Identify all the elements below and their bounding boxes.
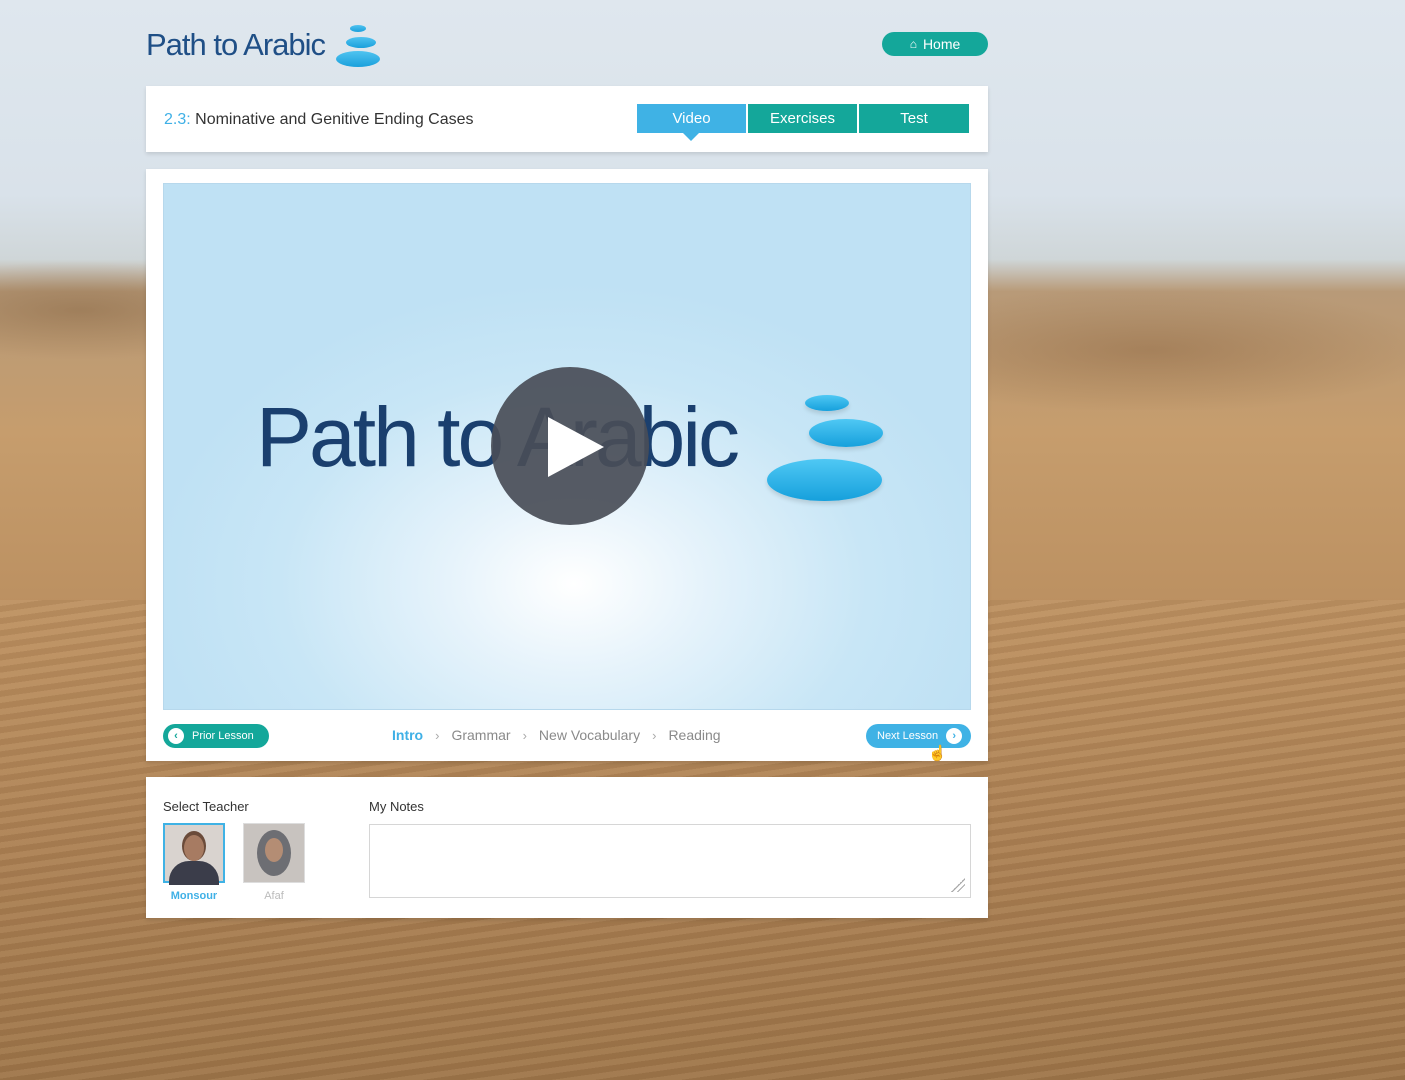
app-logo[interactable]: Path to Arabic (146, 22, 381, 68)
lesson-number: 2.3: (164, 111, 191, 128)
tab-exercises[interactable]: Exercises (748, 104, 857, 133)
resize-handle-icon[interactable] (951, 878, 965, 892)
next-lesson-button[interactable]: Next Lesson › (866, 724, 971, 748)
teacher-name-monsour[interactable]: Monsour (163, 890, 225, 902)
lesson-title: 2.3: Nominative and Genitive Ending Case… (164, 111, 474, 129)
teacher-avatar-afaf[interactable] (243, 823, 305, 883)
my-notes-label: My Notes (369, 799, 424, 814)
tab-video[interactable]: Video (637, 104, 746, 141)
video-player[interactable]: Path to Arabic (163, 183, 971, 710)
chevron-right-icon: › (522, 727, 527, 743)
tab-test[interactable]: Test (859, 104, 969, 133)
home-button-label: Home (922, 36, 961, 52)
teacher-name-afaf[interactable]: Afaf (243, 890, 305, 902)
select-teacher-label: Select Teacher (163, 799, 249, 814)
chevron-right-icon: › (652, 727, 657, 743)
lesson-title-text: Nominative and Genitive Ending Cases (195, 111, 474, 128)
chevron-right-icon: › (946, 728, 963, 744)
notes-textarea[interactable] (369, 824, 971, 898)
teacher-avatar-monsour[interactable] (163, 823, 225, 885)
step-reading[interactable]: Reading (668, 727, 720, 743)
step-new-vocabulary[interactable]: New Vocabulary (539, 727, 640, 743)
home-button[interactable]: ⌂ Home (882, 32, 988, 56)
chevron-left-icon: ‹ (168, 728, 184, 744)
lesson-steps: Intro › Grammar › New Vocabulary › Readi… (392, 727, 721, 743)
video-card: Path to Arabic ‹ Prior Lesson Intro › Gr… (146, 169, 988, 761)
home-icon: ⌂ (909, 37, 917, 51)
logo-text: Path to Arabic (146, 27, 326, 62)
step-grammar[interactable]: Grammar (451, 727, 510, 743)
prior-lesson-button[interactable]: ‹ Prior Lesson (163, 724, 269, 748)
teacher-notes-card: Select Teacher Monsour Afaf My Notes (146, 777, 988, 918)
chevron-right-icon: › (435, 727, 440, 743)
prior-lesson-label: Prior Lesson (192, 730, 254, 742)
step-intro[interactable]: Intro (392, 727, 423, 743)
stones-logo-icon (335, 22, 381, 68)
play-icon (548, 417, 604, 477)
play-button[interactable] (491, 367, 649, 525)
next-lesson-label: Next Lesson (877, 730, 939, 742)
hand-cursor-icon: ☝ (928, 745, 947, 762)
lesson-header: 2.3: Nominative and Genitive Ending Case… (146, 86, 988, 152)
